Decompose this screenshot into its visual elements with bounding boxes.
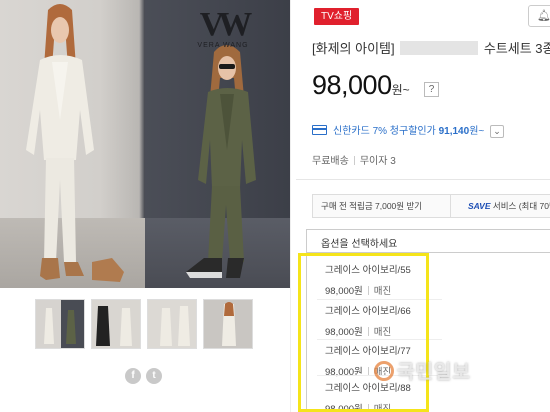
column-divider bbox=[290, 0, 291, 412]
thumbnail-strip bbox=[35, 299, 255, 349]
option-select[interactable]: 옵션을 선택하세요 bbox=[306, 229, 550, 253]
option-price: 98,000원 bbox=[325, 286, 363, 297]
option-item[interactable]: 그레이스 아이보리/66 98,000원 매진 bbox=[325, 303, 435, 341]
option-item[interactable]: 그레이스 아이보리/55 98,000원 매진 bbox=[325, 262, 435, 300]
option-status: 매진 bbox=[373, 327, 392, 338]
price-tilde: ~ bbox=[402, 83, 410, 97]
price-help-button[interactable]: ? bbox=[424, 82, 439, 97]
watermark-logo-icon bbox=[374, 361, 394, 381]
tv-shopping-badge: TV쇼핑 bbox=[314, 8, 360, 25]
option-placeholder: 옵션을 선택하세요 bbox=[321, 239, 398, 250]
save-service-button[interactable]: SAVE 서비스 (최대 70만 bbox=[452, 195, 550, 217]
brand-logo-mark: VW bbox=[199, 6, 253, 43]
watermark: 국민일보 bbox=[374, 357, 471, 384]
notification-button[interactable]: 🔔︎ bbox=[528, 5, 550, 27]
option-price: 98,000원 bbox=[325, 404, 363, 412]
brand-logo-text: VERA WANG bbox=[197, 42, 249, 49]
separator bbox=[367, 327, 369, 336]
option-divider bbox=[317, 339, 442, 340]
interest-free: 무이자 3 bbox=[359, 156, 396, 167]
option-status: 매진 bbox=[373, 286, 392, 297]
points-benefit-button[interactable]: 구매 전 적립금 7,000원 받기 bbox=[313, 195, 451, 217]
shipping-row: 무료배송 무이자 3 bbox=[312, 152, 396, 167]
separator bbox=[367, 404, 369, 412]
bell-icon: 🔔︎ bbox=[537, 10, 550, 22]
thumbnail-4[interactable] bbox=[203, 299, 253, 349]
product-main-image[interactable]: VW VERA WANG bbox=[0, 0, 290, 288]
card-discount-unit: 원~ bbox=[469, 126, 485, 137]
chevron-down-icon[interactable]: ⌄ bbox=[490, 124, 505, 138]
option-price: 98,000원 bbox=[325, 367, 363, 378]
brand-logo: VW VERA WANG bbox=[183, 6, 263, 50]
title-prefix: [화제의 아이템] bbox=[312, 41, 395, 56]
product-price: 98,000원~ bbox=[312, 70, 410, 101]
credit-card-icon bbox=[312, 125, 327, 135]
thumbnail-3[interactable] bbox=[147, 299, 197, 349]
section-divider bbox=[296, 179, 550, 180]
option-name: 그레이스 아이보리/77 bbox=[325, 346, 411, 357]
option-status: 매진 bbox=[373, 404, 392, 412]
thumbnail-1[interactable] bbox=[35, 299, 85, 349]
card-discount-text: 신한카드 7% 청구할인가 bbox=[333, 126, 436, 137]
watermark-text: 국민일보 bbox=[397, 362, 471, 383]
price-unit: 원 bbox=[391, 83, 403, 97]
card-discount-row: 신한카드 7% 청구할인가 91,140원~ ⌄ bbox=[312, 122, 505, 138]
option-list: 그레이스 아이보리/55 98,000원 매진 그레이스 아이보리/66 98,0… bbox=[306, 253, 550, 412]
option-divider bbox=[317, 299, 442, 300]
option-item[interactable]: 그레이스 아이보리/88 98,000원 매진 bbox=[325, 380, 435, 412]
option-name: 그레이스 아이보리/55 bbox=[325, 265, 411, 276]
twitter-icon[interactable]: t bbox=[146, 368, 162, 384]
thumbnail-2[interactable] bbox=[91, 299, 141, 349]
title-suffix: 수트세트 3종 bbox=[483, 41, 550, 56]
benefit-bar: 구매 전 적립금 7,000원 받기 SAVE 서비스 (최대 70만 bbox=[312, 194, 550, 218]
save-service-text: 서비스 (최대 70만 bbox=[492, 201, 550, 211]
option-name: 그레이스 아이보리/66 bbox=[325, 306, 411, 317]
option-price: 98,000원 bbox=[325, 327, 363, 338]
card-discount-amount: 91,140 bbox=[438, 126, 470, 137]
separator bbox=[353, 156, 355, 165]
product-title: [화제의 아이템] 수트세트 3종 bbox=[312, 38, 550, 57]
price-value: 98,000 bbox=[312, 70, 392, 100]
save-label: SAVE bbox=[468, 201, 491, 211]
facebook-icon[interactable]: f bbox=[125, 368, 141, 384]
separator bbox=[367, 286, 369, 295]
free-shipping: 무료배송 bbox=[312, 156, 349, 167]
blurred-title-text bbox=[400, 41, 479, 55]
